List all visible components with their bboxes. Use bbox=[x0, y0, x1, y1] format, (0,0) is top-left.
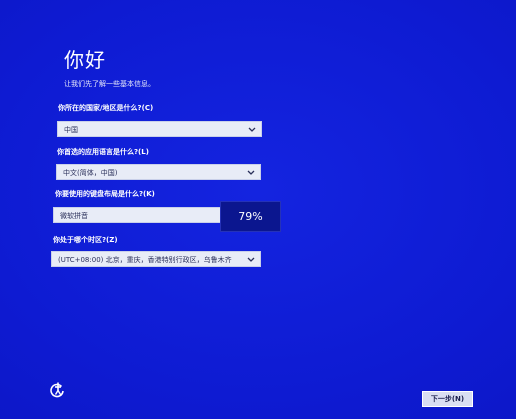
keyboard-value: 微软拼音 bbox=[60, 212, 88, 220]
chevron-down-icon bbox=[246, 165, 256, 181]
language-value: 中文(简体，中国) bbox=[63, 169, 118, 177]
next-button[interactable]: 下一步(N) bbox=[422, 391, 473, 407]
country-label: 你所在的国家/地区是什么?(C) bbox=[58, 104, 154, 112]
timezone-label: 你处于哪个时区?(Z) bbox=[53, 236, 118, 244]
chevron-down-icon bbox=[246, 252, 256, 268]
progress-text: 79% bbox=[238, 210, 263, 223]
language-label: 你首选的应用语言是什么?(L) bbox=[57, 148, 149, 156]
timezone-value: (UTC+08:00) 北京，重庆，香港特别行政区，乌鲁木齐 bbox=[58, 256, 232, 264]
timezone-select[interactable]: (UTC+08:00) 北京，重庆，香港特别行政区，乌鲁木齐 bbox=[51, 251, 261, 267]
country-select[interactable]: 中国 bbox=[57, 121, 262, 137]
country-value: 中国 bbox=[64, 126, 78, 134]
progress-overlay: 79% bbox=[220, 201, 281, 232]
language-select[interactable]: 中文(简体，中国) bbox=[56, 164, 261, 180]
page-subtitle: 让我们先了解一些基本信息。 bbox=[64, 80, 155, 88]
page-title: 你好 bbox=[64, 48, 106, 72]
keyboard-label: 你要使用的键盘布局是什么?(K) bbox=[55, 190, 155, 198]
chevron-down-icon bbox=[247, 122, 257, 138]
accessibility-icon[interactable] bbox=[47, 381, 67, 401]
